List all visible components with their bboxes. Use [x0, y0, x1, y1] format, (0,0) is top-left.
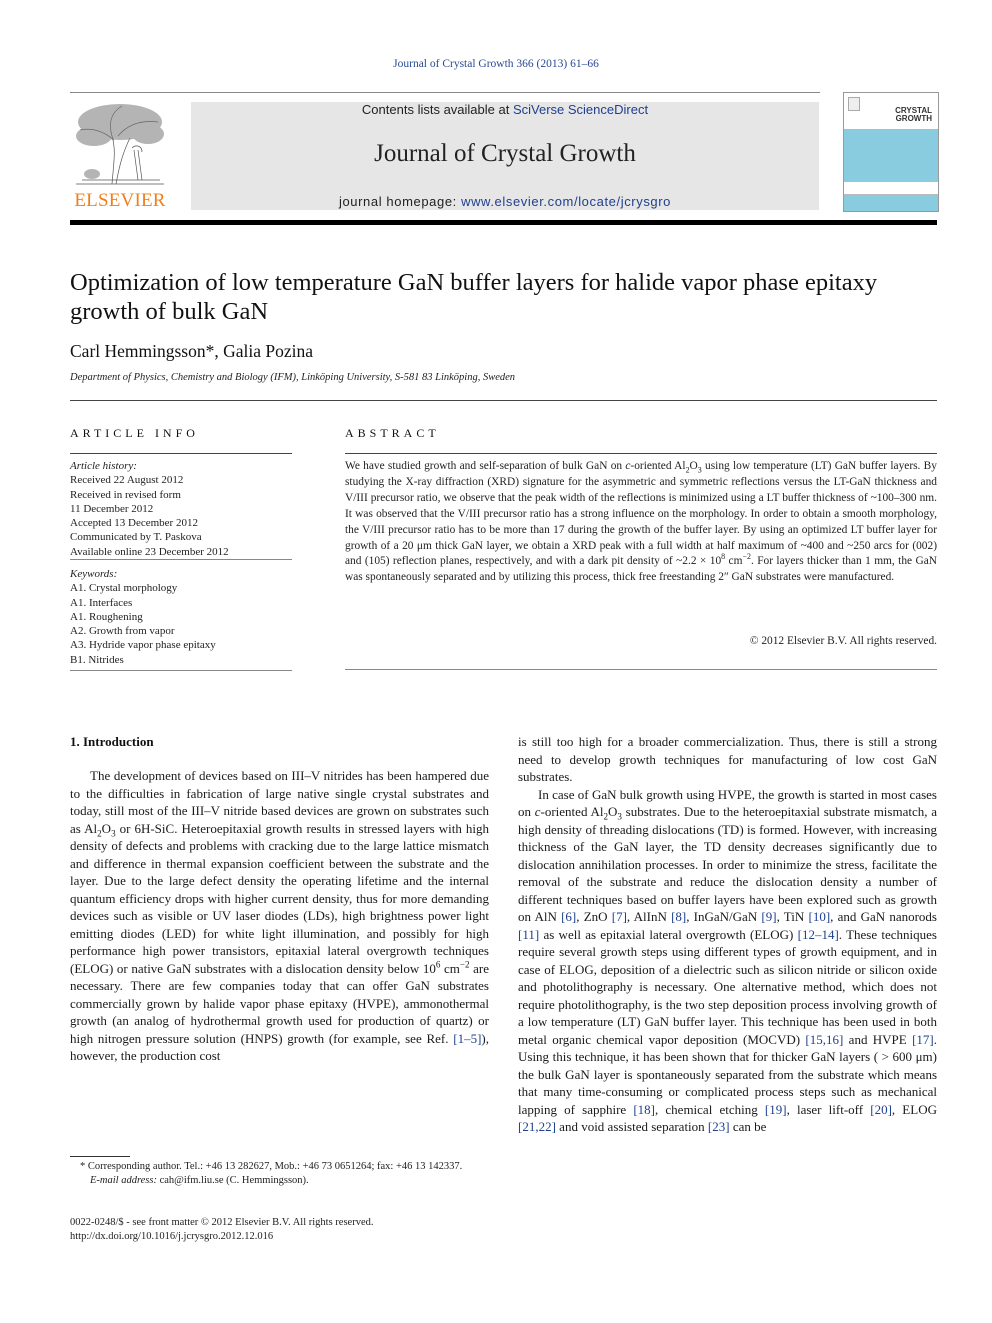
footnote: * Corresponding author. Tel.: +46 13 282… [70, 1160, 490, 1188]
citation-link[interactable]: [8] [671, 909, 686, 924]
keyword: A1. Interfaces [70, 596, 133, 609]
history-item: Available online 23 December 2012 [70, 545, 229, 558]
header-thick-rule [70, 220, 937, 225]
affiliation: Department of Physics, Chemistry and Bio… [70, 372, 516, 383]
divider [70, 400, 937, 401]
keyword: A2. Growth from vapor [70, 625, 175, 638]
citation-link[interactable]: [1–5] [453, 1031, 481, 1046]
issn-line: 0022-0248/$ - see front matter © 2012 El… [70, 1217, 374, 1228]
history-item: Communicated by T. Paskova [70, 531, 202, 544]
divider [70, 670, 292, 671]
journal-name: Journal of Crystal Growth [374, 140, 636, 167]
keyword: A1. Crystal morphology [70, 582, 178, 595]
history-item: Received 22 August 2012 [70, 474, 184, 487]
cover-band-blue-lower [844, 195, 938, 211]
history-item: Accepted 13 December 2012 [70, 517, 198, 530]
contents-line: Contents lists available at SciVerse Sci… [191, 102, 819, 117]
journal-banner: Contents lists available at SciVerse Sci… [191, 102, 819, 210]
citation-link[interactable]: [20] [870, 1102, 892, 1117]
body-column-right: is still too high for a broader commerci… [518, 733, 937, 1136]
citation-link[interactable]: [19] [765, 1102, 787, 1117]
keyword: A3. Hydride vapor phase epitaxy [70, 639, 216, 652]
article-info-heading: ARTICLE INFO [70, 426, 199, 440]
cover-band-blue [844, 129, 938, 181]
citation-link[interactable]: [23] [708, 1119, 730, 1134]
corresponding-author-note: * Corresponding author. Tel.: +46 13 282… [80, 1161, 463, 1172]
citation-link[interactable]: [10] [809, 909, 831, 924]
paragraph: In case of GaN bulk growth using HVPE, t… [518, 786, 937, 1135]
keywords: Keywords: A1. Crystal morphology A1. Int… [70, 567, 295, 667]
citation-link[interactable]: [17] [912, 1032, 934, 1047]
homepage-prefix: journal homepage: [338, 194, 462, 209]
citation-link[interactable]: [11] [518, 927, 539, 942]
history-label: Article history: [70, 460, 137, 472]
cover-title-line2: GROWTH [895, 114, 932, 123]
divider [345, 669, 937, 670]
elsevier-wordmark: ELSEVIER [74, 190, 166, 211]
cover-title: CRYSTAL GROWTH [895, 107, 932, 123]
keywords-label: Keywords: [70, 568, 118, 580]
citation-link[interactable]: [15,16] [805, 1032, 843, 1047]
doi-link[interactable]: http://dx.doi.org/10.1016/j.jcrysgro.201… [70, 1230, 500, 1244]
divider [345, 453, 937, 454]
citation-link[interactable]: [18] [633, 1102, 655, 1117]
sciencedirect-link[interactable]: SciVerse ScienceDirect [513, 102, 648, 117]
divider [70, 559, 292, 560]
citation-link[interactable]: [12–14] [798, 927, 839, 942]
citation-link[interactable]: [9] [761, 909, 776, 924]
keyword: B1. Nitrides [70, 653, 124, 666]
divider [70, 453, 292, 454]
history-item: 11 December 2012 [70, 502, 154, 515]
homepage-line: journal homepage: www.elsevier.com/locat… [191, 194, 819, 209]
elsevier-logo[interactable]: ELSEVIER [70, 100, 170, 212]
citation-link[interactable]: [7] [612, 909, 627, 924]
citation-link[interactable]: [21,22] [518, 1119, 556, 1134]
article-title: Optimization of low temperature GaN buff… [70, 269, 878, 325]
footnote-rule [70, 1156, 130, 1157]
abstract-heading: ABSTRACT [345, 426, 440, 440]
section-heading-introduction: 1. Introduction [70, 734, 154, 749]
contents-prefix: Contents lists available at [361, 102, 513, 117]
email-address[interactable]: cah@ifm.liu.se (C. Hemmingsson). [157, 1175, 309, 1186]
history-item: Received in revised form [70, 488, 181, 501]
cover-top: CRYSTAL GROWTH [844, 93, 938, 129]
keyword: A1. Roughening [70, 610, 143, 623]
elsevier-tree-icon [76, 104, 164, 185]
article-history: Article history: Received 22 August 2012… [70, 459, 295, 559]
journal-cover-thumbnail[interactable]: CRYSTAL GROWTH [843, 92, 939, 212]
header-top-rule [70, 92, 820, 93]
citation-link[interactable]: [6] [561, 909, 576, 924]
abstract-copyright: © 2012 Elsevier B.V. All rights reserved… [749, 635, 937, 647]
cover-publisher-icon [848, 97, 860, 111]
paragraph: is still too high for a broader commerci… [518, 734, 937, 784]
issn-doi-block: 0022-0248/$ - see front matter © 2012 El… [70, 1216, 500, 1244]
journal-homepage-link[interactable]: www.elsevier.com/locate/jcrysgro [461, 194, 671, 209]
abstract-text: We have studied growth and self-separati… [345, 460, 937, 584]
email-note: E-mail address: cah@ifm.liu.se (C. Hemmi… [90, 1175, 309, 1186]
running-head[interactable]: Journal of Crystal Growth 366 (2013) 61–… [0, 58, 992, 70]
cover-band-white [844, 181, 938, 195]
body-column-left: The development of devices based on III–… [70, 767, 489, 1065]
authors: Carl Hemmingsson*, Galia Pozina [70, 341, 314, 361]
paragraph: The development of devices based on III–… [70, 768, 489, 1063]
